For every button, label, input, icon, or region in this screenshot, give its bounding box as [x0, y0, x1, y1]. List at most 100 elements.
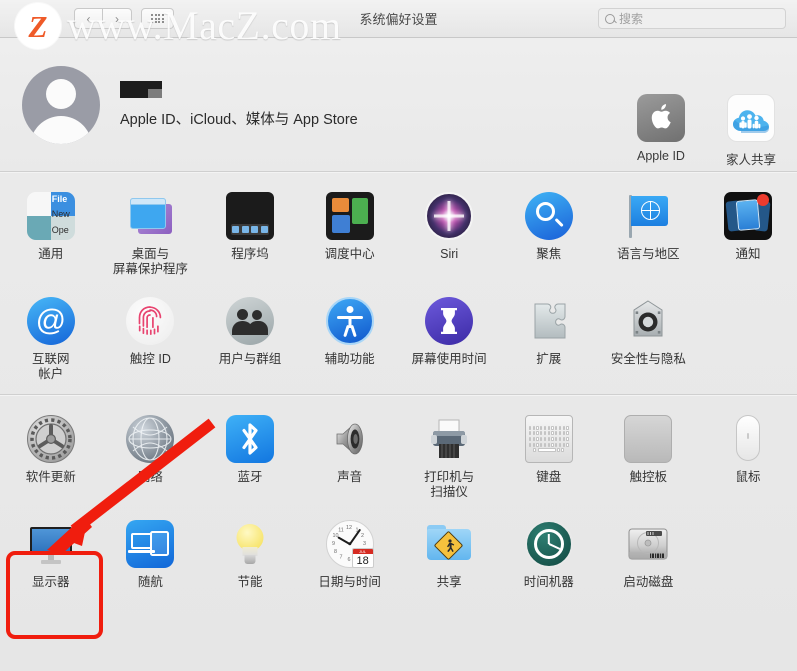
pane-apple-id[interactable]: Apple ID [629, 88, 693, 168]
sidecar-icon [126, 520, 175, 568]
keyboard-icon [524, 415, 573, 463]
window-toolbar: ‹ › 系统偏好设置 搜索 [0, 0, 797, 38]
pref-users-groups[interactable]: 用户与群组 [200, 291, 300, 382]
notifications-icon [723, 192, 772, 240]
software-update-icon [26, 415, 75, 463]
pref-startup-disk[interactable]: 启动磁盘 [599, 514, 699, 590]
apple-id-section[interactable]: Apple ID、iCloud、媒体与 App Store Apple ID 家… [0, 38, 797, 171]
desktop-screensaver-icon [126, 192, 174, 240]
internet-accounts-icon: @ [26, 297, 75, 345]
pref-displays[interactable]: 显示器 [1, 514, 101, 590]
chevron-left-icon: ‹ [86, 11, 91, 26]
siri-icon [425, 192, 474, 240]
pref-row-2: @ 互联网 帐户 触控 ID 用户与群组 辅助功能 屏幕使用时间 扩展 安全性与… [0, 291, 797, 382]
svg-text:11: 11 [338, 528, 344, 534]
chevron-right-icon: › [115, 11, 119, 26]
pref-sidecar[interactable]: 随航 [101, 514, 201, 590]
pref-label: 键盘 [536, 470, 562, 484]
pref-label: 软件更新 [25, 470, 76, 484]
navigation-buttons: ‹ › [74, 8, 132, 29]
pref-label: 扩展 [536, 352, 562, 366]
pref-screen-time[interactable]: 屏幕使用时间 [399, 291, 499, 382]
pref-label: 通知 [735, 247, 761, 261]
pref-siri[interactable]: Siri [399, 186, 499, 277]
pref-trackpad[interactable]: 触控板 [599, 409, 699, 500]
pref-dock[interactable]: 程序坞 [200, 186, 300, 277]
pref-row-3: 软件更新 网络 蓝牙 声音 打印机与 扫描仪 键盘 触控板 鼠标 [0, 409, 797, 500]
pref-bluetooth[interactable]: 蓝牙 [200, 409, 300, 500]
pref-network[interactable]: 网络 [101, 409, 201, 500]
pref-label: 语言与地区 [617, 247, 680, 261]
back-button[interactable]: ‹ [74, 8, 103, 29]
pref-date-time[interactable]: 1212 345 678 91011 JUL 18 日期与时间 [300, 514, 400, 590]
pref-label: 互联网 帐户 [32, 352, 70, 381]
account-panes: Apple ID 家人共享 [629, 88, 783, 168]
pane-family-sharing[interactable]: 家人共享 [719, 88, 783, 168]
pref-touch-id[interactable]: 触控 ID [101, 291, 201, 382]
pref-label: 聚焦 [536, 247, 562, 261]
apple-id-icon [637, 94, 685, 142]
pref-label: 蓝牙 [237, 470, 263, 484]
pref-time-machine[interactable]: 时间机器 [499, 514, 599, 590]
pref-energy-saver[interactable]: 节能 [200, 514, 300, 590]
pref-general[interactable]: File New Ope 通用 [1, 186, 101, 277]
pref-internet-accounts[interactable]: @ 互联网 帐户 [1, 291, 101, 382]
pref-accessibility[interactable]: 辅助功能 [300, 291, 400, 382]
pref-label: 打印机与 扫描仪 [424, 470, 475, 499]
spotlight-icon [524, 192, 573, 240]
preferences-group-hardware: 软件更新 网络 蓝牙 声音 打印机与 扫描仪 键盘 触控板 鼠标 显示器 随航 … [0, 395, 797, 602]
bluetooth-icon [225, 415, 274, 463]
energy-saver-icon [226, 520, 274, 568]
pref-label: 桌面与 屏幕保护程序 [112, 247, 188, 276]
svg-text:12: 12 [346, 525, 352, 531]
account-subtitle: Apple ID、iCloud、媒体与 App Store [120, 111, 358, 128]
pref-desktop-screensaver[interactable]: 桌面与 屏幕保护程序 [101, 186, 201, 277]
family-sharing-icon [727, 94, 775, 142]
pref-row-4: 显示器 随航 节能 1212 345 [0, 514, 797, 590]
pref-label: 触控板 [629, 470, 668, 484]
pref-sharing[interactable]: 共享 [399, 514, 499, 590]
pref-mission-control[interactable]: 调度中心 [300, 186, 400, 277]
grid-icon [151, 14, 164, 23]
general-icon: File New Ope [26, 192, 75, 240]
pref-spotlight[interactable]: 聚焦 [499, 186, 599, 277]
touch-id-icon [126, 297, 175, 345]
pref-label: 调度中心 [324, 247, 375, 261]
pref-language-region[interactable]: 语言与地区 [599, 186, 699, 277]
pref-label: Siri [440, 247, 459, 261]
accessibility-icon [325, 297, 374, 345]
pref-mouse[interactable]: 鼠标 [698, 409, 797, 500]
svg-text:8: 8 [334, 549, 337, 555]
sound-icon [326, 415, 374, 463]
pref-extensions[interactable]: 扩展 [499, 291, 599, 382]
svg-text:2: 2 [361, 533, 364, 539]
pref-label: 声音 [337, 470, 363, 484]
pref-software-update[interactable]: 软件更新 [1, 409, 101, 500]
pane-label: 家人共享 [725, 153, 776, 167]
pref-notifications[interactable]: 通知 [698, 186, 797, 277]
mission-control-icon [325, 192, 374, 240]
svg-text:9: 9 [332, 541, 335, 547]
pref-label: 显示器 [32, 575, 70, 589]
search-field[interactable]: 搜索 [598, 8, 786, 29]
pref-printers-scanners[interactable]: 打印机与 扫描仪 [399, 409, 499, 500]
account-text: Apple ID、iCloud、媒体与 App Store [120, 80, 358, 129]
users-groups-icon [225, 297, 274, 345]
show-all-button[interactable] [141, 8, 174, 29]
system-preferences-window: ‹ › 系统偏好设置 搜索 Apple ID、iCloud、媒体与 App St… [0, 0, 797, 671]
printers-scanners-icon [425, 415, 473, 463]
pref-sound[interactable]: 声音 [300, 409, 400, 500]
svg-text:3: 3 [363, 541, 366, 547]
preferences-group-personal: File New Ope 通用 桌面与 屏幕保护程序 程序坞 调度中心 Siri… [0, 172, 797, 394]
pref-keyboard[interactable]: 键盘 [499, 409, 599, 500]
pref-security-privacy[interactable]: 安全性与隐私 [599, 291, 699, 382]
forward-button[interactable]: › [103, 8, 132, 29]
pref-label: 程序坞 [231, 247, 269, 261]
displays-icon [27, 520, 75, 568]
screen-time-icon [425, 297, 474, 345]
pref-label: 启动磁盘 [623, 575, 674, 589]
pane-label: Apple ID [637, 149, 685, 163]
search-placeholder: 搜索 [619, 12, 644, 26]
svg-text:6: 6 [347, 557, 350, 563]
avatar [22, 65, 100, 144]
